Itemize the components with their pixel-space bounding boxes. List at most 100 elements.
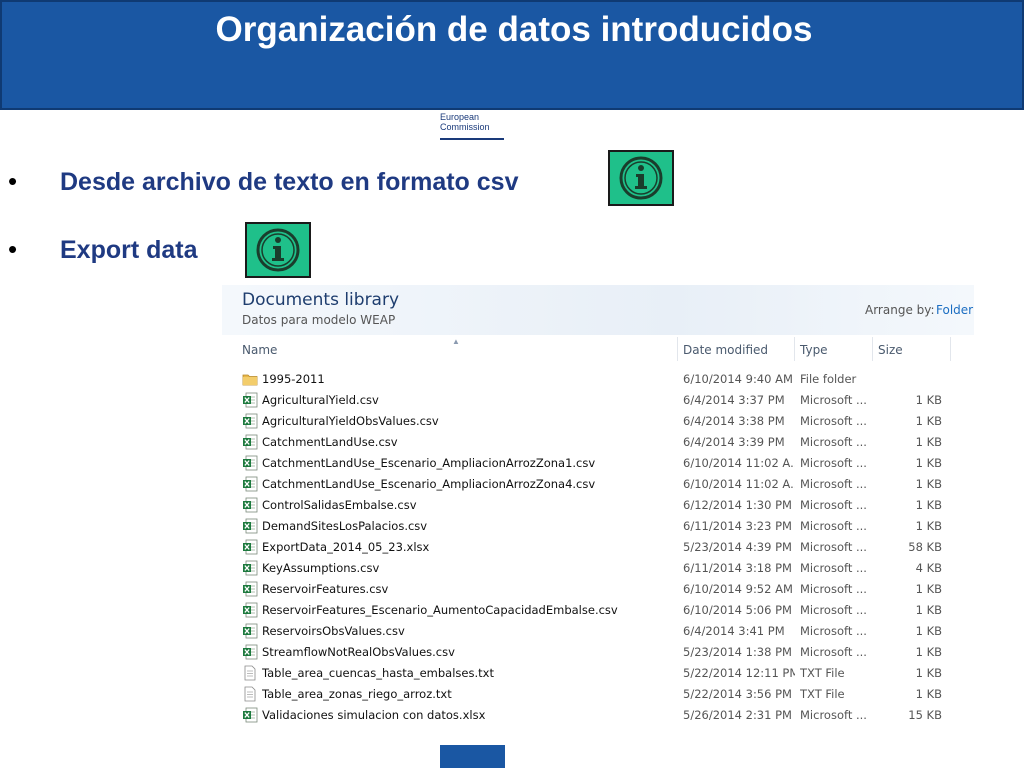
file-size: 1 KB — [915, 477, 942, 491]
file-name: Table_area_cuencas_hasta_embalses.txt — [262, 666, 494, 680]
file-date-modified: 6/10/2014 11:02 A... — [683, 477, 795, 491]
slide-title-bar: Organización de datos introducidos — [0, 0, 1024, 110]
file-name: 1995-2011 — [262, 372, 325, 386]
file-size: 1 KB — [915, 498, 942, 512]
file-size: 1 KB — [915, 624, 942, 638]
logo-line-2: Commission — [440, 122, 490, 132]
excel-icon — [242, 623, 258, 639]
column-divider[interactable] — [950, 337, 951, 361]
file-row[interactable]: ReservoirFeatures_Escenario_AumentoCapac… — [222, 600, 974, 621]
bullet-marker: • — [8, 166, 18, 196]
file-name: ControlSalidasEmbalse.csv — [262, 498, 417, 512]
file-name: AgriculturalYield.csv — [262, 393, 379, 407]
file-type: Microsoft ... — [800, 393, 867, 407]
column-header-date[interactable]: Date modified — [683, 343, 768, 357]
text-file-icon — [242, 686, 258, 702]
file-size: 1 KB — [915, 582, 942, 596]
file-name: ReservoirFeatures_Escenario_AumentoCapac… — [262, 603, 618, 617]
file-row[interactable]: AgriculturalYield.csv 6/4/2014 3:37 PM Mic… — [222, 390, 974, 411]
file-date-modified: 6/10/2014 9:40 AM — [683, 372, 793, 386]
file-row[interactable]: KeyAssumptions.csv 6/11/2014 3:18 PM Micro… — [222, 558, 974, 579]
arrange-by-label: Arrange by: — [865, 303, 935, 317]
sort-ascending-icon: ▲ — [452, 337, 460, 346]
file-type: Microsoft ... — [800, 624, 867, 638]
file-row[interactable]: AgriculturalYieldObsValues.csv 6/4/2014 3… — [222, 411, 974, 432]
file-row[interactable]: ControlSalidasEmbalse.csv 6/12/2014 1:30 … — [222, 495, 974, 516]
file-name: Table_area_zonas_riego_arroz.txt — [262, 687, 452, 701]
file-name: ReservoirFeatures.csv — [262, 582, 389, 596]
file-size: 1 KB — [915, 435, 942, 449]
column-header-type[interactable]: Type — [800, 343, 828, 357]
file-list: 1995-2011 6/10/2014 9:40 AM File folder Agr… — [222, 369, 974, 726]
file-row[interactable]: StreamflowNotRealObsValues.csv 5/23/2014 … — [222, 642, 974, 663]
excel-icon — [242, 392, 258, 408]
file-date-modified: 6/11/2014 3:23 PM — [683, 519, 792, 533]
column-divider[interactable] — [794, 337, 795, 361]
file-row[interactable]: CatchmentLandUse.csv 6/4/2014 3:39 PM Micr… — [222, 432, 974, 453]
file-type: Microsoft ... — [800, 540, 867, 554]
file-date-modified: 6/12/2014 1:30 PM — [683, 498, 792, 512]
excel-icon — [242, 560, 258, 576]
file-size: 1 KB — [915, 414, 942, 428]
file-type: TXT File — [800, 666, 845, 680]
file-name: AgriculturalYieldObsValues.csv — [262, 414, 439, 428]
file-type: Microsoft ... — [800, 603, 867, 617]
file-date-modified: 5/26/2014 2:31 PM — [683, 708, 792, 722]
file-row[interactable]: CatchmentLandUse_Escenario_AmpliacionArr… — [222, 474, 974, 495]
file-date-modified: 5/23/2014 1:38 PM — [683, 645, 792, 659]
file-size: 1 KB — [915, 603, 942, 617]
logo-line-1: European — [440, 112, 480, 122]
excel-icon — [242, 707, 258, 723]
info-icon — [256, 228, 300, 272]
column-header-name[interactable]: Name — [242, 343, 277, 357]
info-button-csv[interactable] — [608, 150, 674, 206]
file-name: DemandSitesLosPalacios.csv — [262, 519, 428, 533]
column-header-size[interactable]: Size — [878, 343, 903, 357]
file-row[interactable]: Validaciones simulacion con datos.xlsx 5/… — [222, 705, 974, 726]
text-file-icon — [242, 665, 258, 681]
european-commission-logo: European Commission — [440, 112, 506, 142]
file-size: 1 KB — [915, 687, 942, 701]
file-size: 4 KB — [915, 561, 942, 575]
excel-icon — [242, 476, 258, 492]
slide-title: Organización de datos introducidos — [215, 10, 813, 49]
excel-icon — [242, 497, 258, 513]
info-button-export[interactable] — [245, 222, 311, 278]
excel-icon — [242, 455, 258, 471]
file-type: Microsoft ... — [800, 582, 867, 596]
file-row[interactable]: 1995-2011 6/10/2014 9:40 AM File folder — [222, 369, 974, 390]
file-name: StreamflowNotRealObsValues.csv — [262, 645, 455, 659]
file-size: 1 KB — [915, 645, 942, 659]
column-header-row: ▲ Name Date modified Type Size — [222, 337, 974, 363]
file-row[interactable]: DemandSitesLosPalacios.csv 6/11/2014 3:23… — [222, 516, 974, 537]
file-name: CatchmentLandUse_Escenario_AmpliacionArr… — [262, 456, 596, 470]
file-type: Microsoft ... — [800, 519, 867, 533]
arrange-by-dropdown[interactable]: Folder — [936, 303, 973, 317]
file-row[interactable]: Table_area_zonas_riego_arroz.txt 5/22/201… — [222, 684, 974, 705]
column-divider[interactable] — [872, 337, 873, 361]
library-title: Documents library — [242, 290, 400, 310]
footer-tab — [440, 745, 505, 768]
file-date-modified: 6/4/2014 3:37 PM — [683, 393, 785, 407]
file-type: Microsoft ... — [800, 477, 867, 491]
excel-icon — [242, 413, 258, 429]
file-explorer-window: Documents library Datos para modelo WEAP… — [222, 285, 974, 740]
file-date-modified: 5/23/2014 4:39 PM — [683, 540, 792, 554]
file-row[interactable]: CatchmentLandUse_Escenario_AmpliacionArr… — [222, 453, 974, 474]
file-name: CatchmentLandUse_Escenario_AmpliacionArr… — [262, 477, 596, 491]
file-size: 1 KB — [915, 519, 942, 533]
file-row[interactable]: ReservoirFeatures.csv 6/10/2014 9:52 AM Mi… — [222, 579, 974, 600]
file-name: ExportData_2014_05_23.xlsx — [262, 540, 430, 554]
excel-icon — [242, 518, 258, 534]
file-row[interactable]: Table_area_cuencas_hasta_embalses.txt 5/2… — [222, 663, 974, 684]
file-date-modified: 6/4/2014 3:39 PM — [683, 435, 785, 449]
file-row[interactable]: ExportData_2014_05_23.xlsx 5/23/2014 4:39… — [222, 537, 974, 558]
file-row[interactable]: ReservoirsObsValues.csv 6/4/2014 3:41 PM M… — [222, 621, 974, 642]
file-type: Microsoft ... — [800, 708, 867, 722]
file-date-modified: 6/4/2014 3:38 PM — [683, 414, 785, 428]
file-name: KeyAssumptions.csv — [262, 561, 380, 575]
column-divider[interactable] — [677, 337, 678, 361]
folder-icon — [242, 371, 258, 387]
excel-icon — [242, 602, 258, 618]
excel-icon — [242, 434, 258, 450]
